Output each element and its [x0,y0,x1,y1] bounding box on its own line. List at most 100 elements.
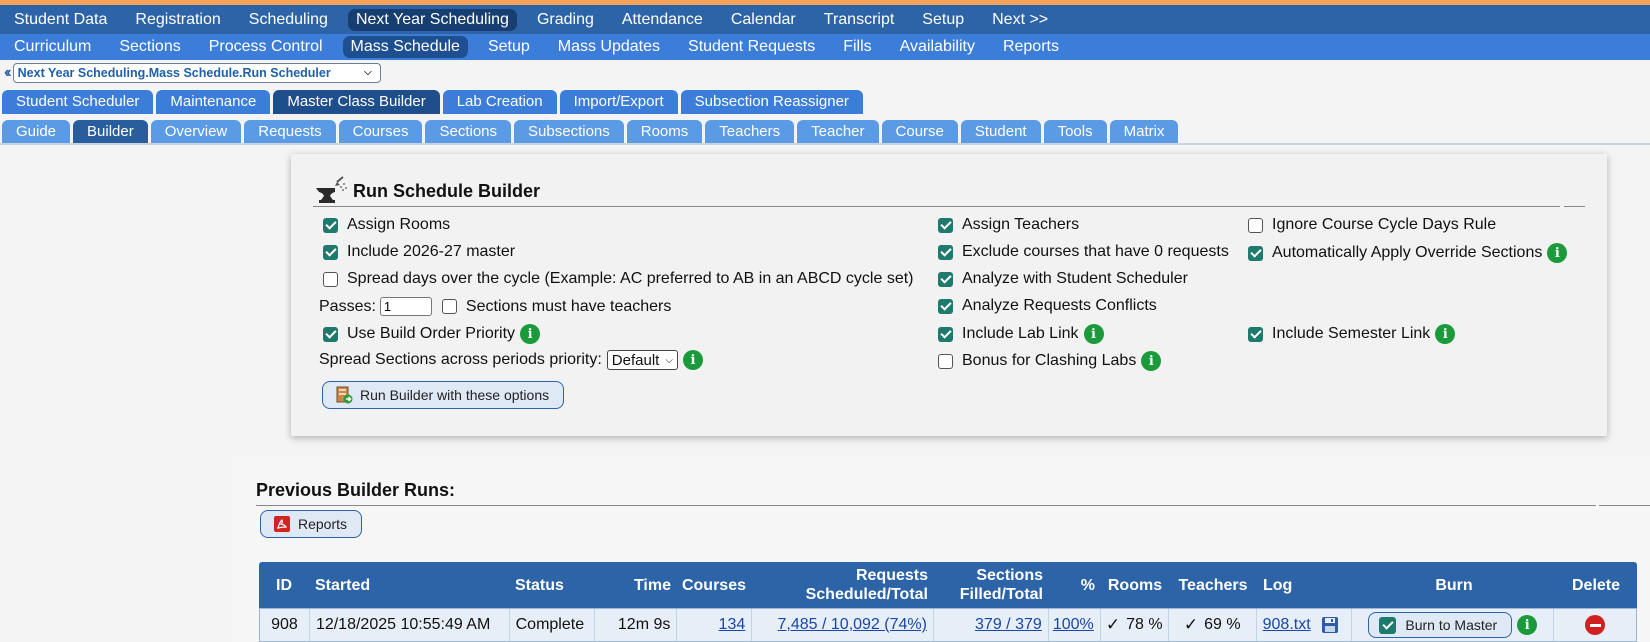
run-builder-button[interactable]: Run Builder with these options [322,381,565,409]
info-icon[interactable]: i [520,324,541,344]
menu-next[interactable]: Next >> [984,9,1056,31]
tab-guide[interactable]: Guide [2,120,71,143]
analyze-conflicts-option: Analyze Requests Conflicts [938,297,1157,315]
include-semester-label: Include Semester Link [1272,325,1431,342]
ignore-cycle-checkbox[interactable] [1248,217,1263,233]
runs-title-rule [256,505,1650,506]
assign-teachers-checkbox[interactable] [938,217,953,233]
info-icon[interactable]: i [1083,324,1104,344]
col-started: Started [315,576,371,594]
analyze-scheduler-checkbox[interactable] [938,271,953,287]
tab-matrix[interactable]: Matrix [1109,120,1179,143]
info-icon[interactable]: i [1547,243,1568,263]
submenu-availability[interactable]: Availability [892,36,983,58]
courses-link[interactable]: 134 [719,616,746,634]
menu-scheduling[interactable]: Scheduling [241,9,336,31]
menu-student-data[interactable]: Student Data [6,9,115,31]
pct-link[interactable]: 100% [1053,616,1094,634]
submenu-fills[interactable]: Fills [835,36,879,58]
tab-requests[interactable]: Requests [244,120,336,143]
cell-delete [1554,609,1636,641]
tab-tools[interactable]: Tools [1043,120,1107,143]
col-pct: % [1080,576,1095,594]
spread-sections-select[interactable]: Default ⌵ [606,350,678,370]
submenu-setup[interactable]: Setup [480,36,538,58]
tab-student[interactable]: Student [960,120,1041,143]
reports-button[interactable]: Reports [260,510,363,538]
tab-student-scheduler[interactable]: Student Scheduler [2,90,154,114]
cell-teachers: ✓ 69 % [1169,609,1257,641]
passes-label: Passes: [319,297,376,315]
chevron-down-icon: ⌵ [364,67,372,78]
save-icon[interactable] [1321,616,1339,634]
analyze-scheduler-label: Analyze with Student Scheduler [962,270,1188,287]
tab-master-class-builder[interactable]: Master Class Builder [273,90,440,114]
auto-override-checkbox[interactable] [1248,245,1263,261]
exclude-courses-checkbox[interactable] [938,244,953,260]
passes-input[interactable] [379,297,432,316]
panel-title-text: Run Schedule Builder [353,180,541,201]
assign-rooms-checkbox[interactable] [323,217,338,233]
requests-link[interactable]: 7,485 / 10,092 (74%) [778,616,927,634]
delete-icon[interactable] [1585,615,1606,635]
info-icon[interactable]: i [682,350,703,370]
menu-calendar[interactable]: Calendar [723,9,804,31]
tab-rooms[interactable]: Rooms [626,120,703,143]
col-rooms: Rooms [1107,576,1163,594]
tabs-secondary: Guide Builder Overview Requests Courses … [2,120,1181,143]
include-semester-checkbox[interactable] [1248,326,1263,342]
submenu-sections[interactable]: Sections [111,36,188,58]
assign-teachers-option: Assign Teachers [938,216,1079,234]
menu-transcript[interactable]: Transcript [816,9,903,31]
breadcrumb-select[interactable]: Next Year Scheduling.Mass Schedule.Run S… [12,63,381,83]
build-order-option: Use Build Order Priority i [323,324,541,344]
submenu-student-requests[interactable]: Student Requests [680,36,823,58]
analyze-conflicts-checkbox[interactable] [938,298,953,314]
assign-rooms-label: Assign Rooms [347,216,451,233]
tab-subsections[interactable]: Subsections [514,120,624,143]
menu-next-year-scheduling[interactable]: Next Year Scheduling [347,8,517,31]
chevron-double-left-icon[interactable]: ‹‹ [4,64,11,82]
tab-teachers[interactable]: Teachers [705,120,795,143]
submenu-reports[interactable]: Reports [995,36,1067,58]
submenu-process-control[interactable]: Process Control [201,36,331,58]
bonus-labs-checkbox[interactable] [938,353,953,369]
sections-teachers-checkbox[interactable] [441,299,457,314]
menu-attendance[interactable]: Attendance [614,9,711,31]
info-icon[interactable]: i [1435,324,1456,344]
checkmark-icon: ✓ [1183,615,1199,634]
menu-setup[interactable]: Setup [914,9,972,31]
col-time: Time [633,576,671,594]
info-icon[interactable]: i [1141,351,1162,371]
menu-grading[interactable]: Grading [529,9,602,31]
tab-import-export[interactable]: Import/Export [559,90,678,114]
ignore-cycle-option: Ignore Course Cycle Days Rule [1248,216,1496,234]
menu-registration[interactable]: Registration [127,9,228,31]
col-delete: Delete [1571,576,1621,594]
spread-days-checkbox[interactable] [323,271,338,287]
table-row: 908 12/18/2025 10:55:49 AM Complete 12m … [259,608,1637,642]
include-master-checkbox[interactable] [323,244,338,260]
submenu-curriculum[interactable]: Curriculum [6,36,99,58]
col-requests-line2: Scheduled/Total [805,586,928,603]
info-icon[interactable]: i [1517,615,1538,635]
tab-teacher[interactable]: Teacher [797,120,879,143]
tab-sections[interactable]: Sections [425,120,512,143]
tab-builder[interactable]: Builder [73,120,148,143]
include-lab-checkbox[interactable] [938,326,953,342]
tab-overview[interactable]: Overview [150,120,242,143]
burn-to-master-button[interactable]: Burn to Master [1368,612,1513,638]
tab-course[interactable]: Course [881,120,958,143]
tab-courses[interactable]: Courses [338,120,423,143]
tab-lab-creation[interactable]: Lab Creation [442,90,557,114]
tab-subsection-reassigner[interactable]: Subsection Reassigner [680,90,863,114]
include-semester-option: Include Semester Link i [1248,324,1456,344]
tab-maintenance[interactable]: Maintenance [156,90,271,114]
sections-link[interactable]: 379 / 379 [975,616,1042,634]
build-order-checkbox[interactable] [323,326,338,342]
submenu-mass-schedule[interactable]: Mass Schedule [342,36,468,58]
analyze-conflicts-label: Analyze Requests Conflicts [962,297,1157,314]
run-schedule-builder-panel: Run Schedule Builder Assign Rooms Includ… [291,154,1607,436]
submenu-mass-updates[interactable]: Mass Updates [550,36,668,58]
log-link[interactable]: 908.txt [1263,616,1311,634]
